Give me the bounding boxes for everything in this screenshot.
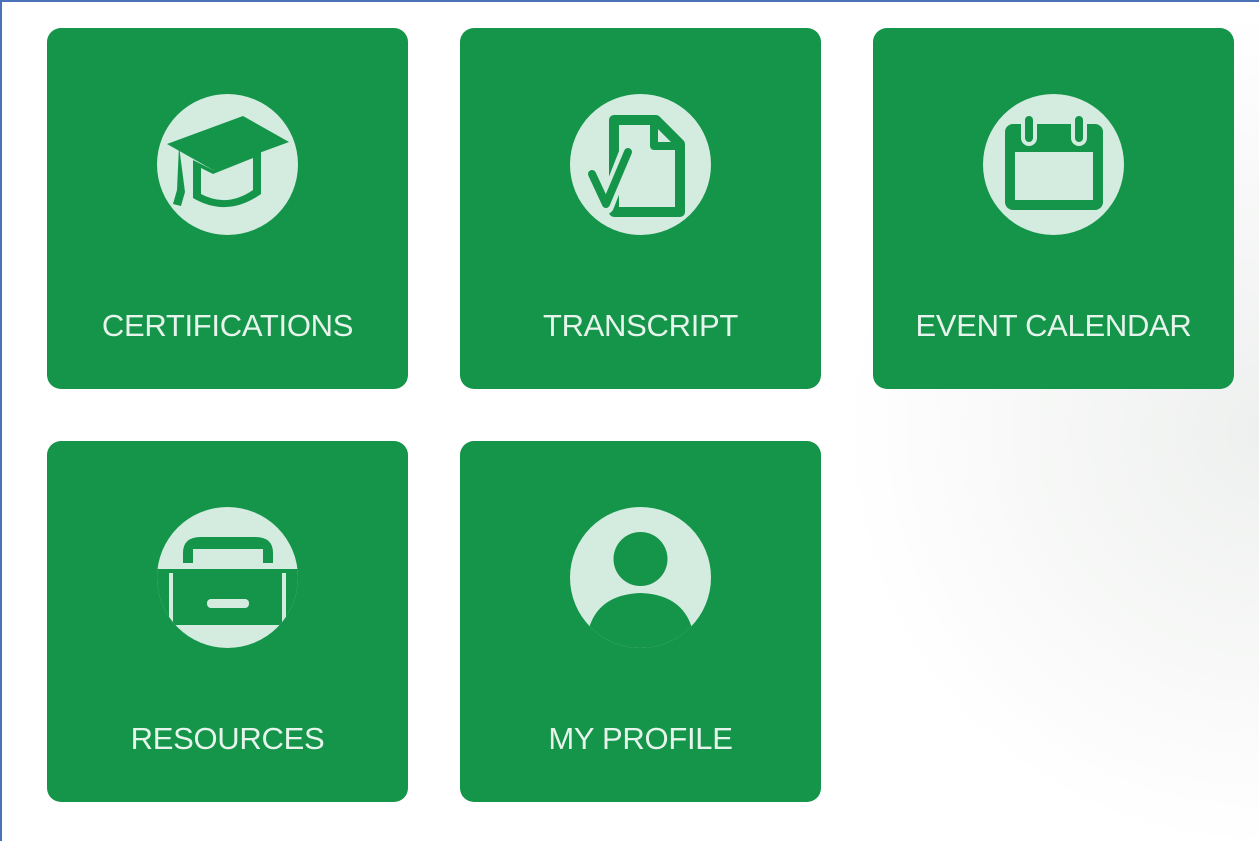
resources-tile[interactable]: RESOURCES xyxy=(47,441,408,802)
graduation-cap-icon xyxy=(157,94,298,235)
my-profile-tile[interactable]: MY PROFILE xyxy=(460,441,821,802)
event-calendar-tile[interactable]: EVENT CALENDAR xyxy=(873,28,1234,389)
my-profile-label: MY PROFILE xyxy=(548,721,733,756)
calendar-icon xyxy=(983,94,1124,235)
document-check-icon xyxy=(570,94,711,235)
event-calendar-label: EVENT CALENDAR xyxy=(915,308,1192,343)
certifications-label: CERTIFICATIONS xyxy=(101,308,354,343)
dashboard-frame: CERTIFICATIONS TRANSCRIPT EVENT CALENDAR… xyxy=(0,0,1259,841)
file-drawer-icon xyxy=(157,507,298,648)
certifications-tile[interactable]: CERTIFICATIONS xyxy=(47,28,408,389)
user-icon xyxy=(570,507,711,648)
resources-label: RESOURCES xyxy=(130,721,325,756)
transcript-label: TRANSCRIPT xyxy=(542,308,739,343)
transcript-tile[interactable]: TRANSCRIPT xyxy=(460,28,821,389)
